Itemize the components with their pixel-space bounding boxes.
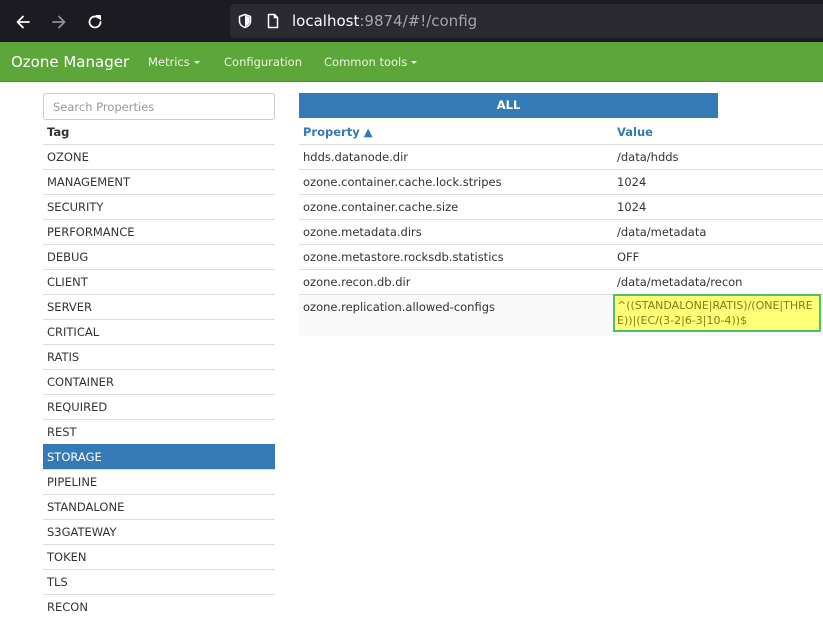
property-name: ozone.recon.db.dir	[303, 275, 411, 289]
nav-common-tools-label: Common tools	[324, 55, 408, 69]
table-row: ozone.replication.allowed-configs ^((STAN…	[299, 294, 823, 336]
tag-item-pipeline[interactable]: PIPELINE	[43, 469, 275, 494]
search-input[interactable]	[43, 93, 275, 120]
property-value: /data/metadata/recon	[617, 275, 743, 289]
tag-item-recon[interactable]: RECON	[43, 594, 275, 619]
app-navbar: Ozone Manager Metrics Configuration Comm…	[0, 42, 823, 82]
reload-icon	[88, 15, 102, 29]
caret-down-icon	[411, 61, 418, 64]
property-value: ^((STANDALONE|RATIS)/(ONE|THREE))|(EC/(3…	[613, 294, 821, 332]
tag-item-storage[interactable]: STORAGE	[43, 444, 275, 469]
tag-item-debug[interactable]: DEBUG	[43, 244, 275, 269]
table-row: ozone.container.cache.lock.stripes 1024	[299, 169, 823, 194]
nav-metrics-label: Metrics	[148, 55, 190, 69]
property-name: ozone.container.cache.lock.stripes	[303, 175, 502, 189]
tag-item-management[interactable]: MANAGEMENT	[43, 169, 275, 194]
tag-item-rest[interactable]: REST	[43, 419, 275, 444]
property-name: hdds.datanode.dir	[303, 150, 409, 164]
shield-icon[interactable]	[236, 12, 254, 30]
nav-common-tools[interactable]: Common tools	[324, 55, 418, 69]
property-name: ozone.metastore.rocksdb.statistics	[303, 250, 504, 264]
arrow-left-icon	[16, 15, 30, 29]
property-name: ozone.metadata.dirs	[303, 225, 422, 239]
tag-item-server[interactable]: SERVER	[43, 294, 275, 319]
page-icon[interactable]	[264, 12, 282, 30]
tag-item-ratis[interactable]: RATIS	[43, 344, 275, 369]
tag-item-client[interactable]: CLIENT	[43, 269, 275, 294]
tag-item-standalone[interactable]: STANDALONE	[43, 494, 275, 519]
tag-item-token[interactable]: TOKEN	[43, 544, 275, 569]
tag-item-container[interactable]: CONTAINER	[43, 369, 275, 394]
table-row: ozone.recon.db.dir/data/metadata/recon	[299, 269, 823, 294]
all-filter-button[interactable]: ALL	[299, 93, 718, 118]
url-bar[interactable]: localhost:9874/#!/config	[230, 4, 823, 38]
tag-column-header: Tag	[47, 125, 70, 139]
tag-list: OZONE MANAGEMENT SECURITY PERFORMANCE DEBUG C…	[43, 144, 275, 619]
property-name: ozone.container.cache.size	[303, 200, 459, 214]
tag-item-security[interactable]: SECURITY	[43, 194, 275, 219]
property-value: /data/hdds	[617, 150, 679, 164]
forward-button[interactable]	[46, 9, 72, 35]
tag-item-ozone[interactable]: OZONE	[43, 144, 275, 169]
tag-item-critical[interactable]: CRITICAL	[43, 319, 275, 344]
tag-item-performance[interactable]: PERFORMANCE	[43, 219, 275, 244]
table-row: ozone.metastore.rocksdb.statistics OFF	[299, 244, 823, 269]
arrow-right-icon	[52, 15, 66, 29]
property-name: ozone.replication.allowed-configs	[303, 300, 496, 314]
property-value: 1024	[617, 200, 647, 214]
nav-configuration-label: Configuration	[224, 55, 302, 69]
property-column-header[interactable]: Property ▲	[303, 125, 373, 139]
nav-configuration[interactable]: Configuration	[224, 55, 302, 69]
url-text[interactable]: localhost:9874/#!/config	[292, 12, 477, 30]
value-column-header[interactable]: Value	[617, 125, 653, 139]
table-row: hdds.datanode.dir/data/hdds	[299, 144, 823, 169]
url-path: :9874/#!/config	[359, 12, 478, 30]
nav-metrics[interactable]: Metrics	[148, 55, 200, 69]
property-value: OFF	[617, 250, 640, 264]
property-value: /data/metadata	[617, 225, 707, 239]
property-value: 1024	[617, 175, 647, 189]
table-row: ozone.container.cache.size 1024	[299, 194, 823, 219]
url-host: localhost	[292, 12, 360, 30]
tag-item-tls[interactable]: TLS	[43, 569, 275, 594]
property-table: hdds.datanode.dir/data/hdds ozone.contain…	[299, 144, 823, 336]
back-button[interactable]	[10, 9, 36, 35]
tag-item-s3gateway[interactable]: S3GATEWAY	[43, 519, 275, 544]
caret-down-icon	[193, 61, 200, 64]
table-row: ozone.metadata.dirs/data/metadata	[299, 219, 823, 244]
brand-title[interactable]: Ozone Manager	[11, 53, 129, 71]
reload-button[interactable]	[82, 9, 108, 35]
browser-toolbar: localhost:9874/#!/config	[0, 0, 823, 42]
tag-item-required[interactable]: REQUIRED	[43, 394, 275, 419]
